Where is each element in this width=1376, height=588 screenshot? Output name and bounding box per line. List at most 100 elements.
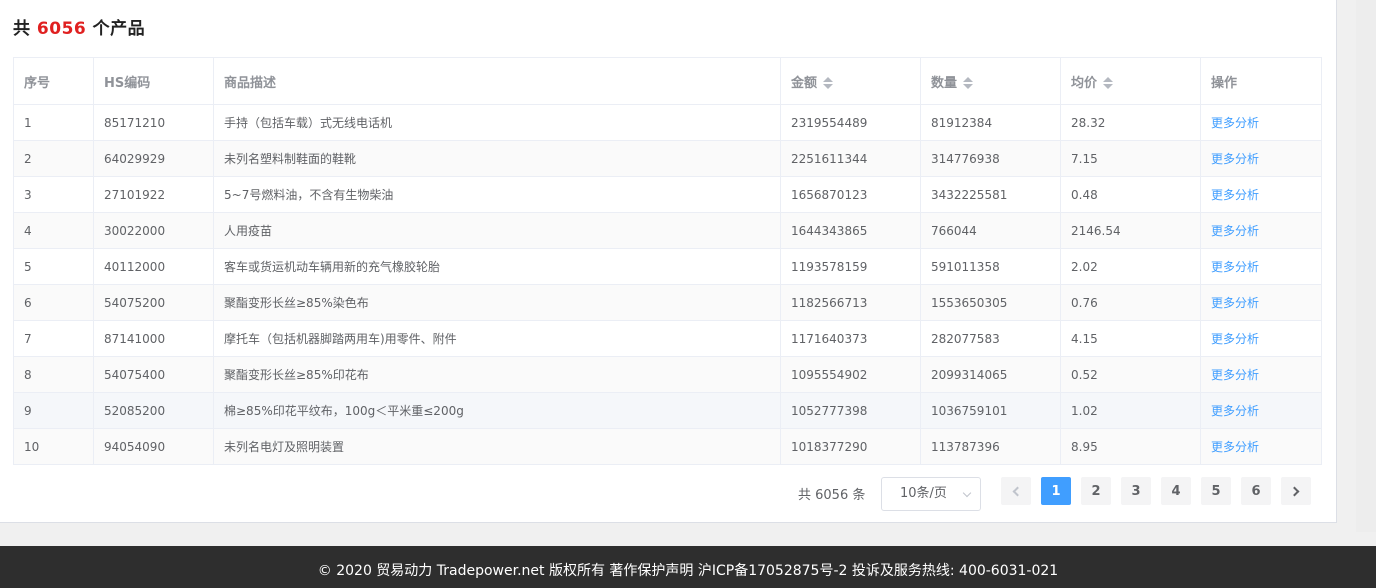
cell-description: 聚酯变形长丝≥85%染色布 bbox=[213, 284, 781, 321]
cell-description: 人用疫苗 bbox=[213, 212, 781, 249]
chevron-down-icon bbox=[962, 488, 972, 498]
col-header-quantity[interactable]: 数量 bbox=[920, 57, 1061, 105]
cell-index: 1 bbox=[13, 104, 94, 141]
cell-index: 7 bbox=[13, 320, 94, 357]
table-row: 2 64029929 未列名塑料制鞋面的鞋靴 2251611344 314776… bbox=[13, 140, 1322, 177]
cell-actions: 更多分析 bbox=[1200, 320, 1322, 357]
more-analysis-link[interactable]: 更多分析 bbox=[1211, 116, 1259, 130]
cell-actions: 更多分析 bbox=[1200, 104, 1322, 141]
cell-actions: 更多分析 bbox=[1200, 284, 1322, 321]
more-analysis-link[interactable]: 更多分析 bbox=[1211, 296, 1259, 310]
cell-actions: 更多分析 bbox=[1200, 428, 1322, 465]
col-header-avg-price[interactable]: 均价 bbox=[1060, 57, 1201, 105]
more-analysis-link[interactable]: 更多分析 bbox=[1211, 152, 1259, 166]
cell-amount: 2251611344 bbox=[780, 140, 921, 177]
page-button-4[interactable]: 4 bbox=[1161, 477, 1191, 505]
page-button-3[interactable]: 3 bbox=[1121, 477, 1151, 505]
cell-hs-code: 54075200 bbox=[93, 284, 214, 321]
cell-index: 6 bbox=[13, 284, 94, 321]
col-header-avg-price-label: 均价 bbox=[1071, 75, 1098, 91]
chevron-right-icon bbox=[1289, 486, 1300, 496]
cell-avg-price: 0.52 bbox=[1060, 356, 1201, 393]
pagination: 共 6056 条 10条/页 1 2 3 4 5 6 bbox=[0, 477, 1337, 511]
cell-quantity: 3432225581 bbox=[920, 176, 1061, 213]
page-button-2[interactable]: 2 bbox=[1081, 477, 1111, 505]
cell-amount: 1018377290 bbox=[780, 428, 921, 465]
cell-amount: 1193578159 bbox=[780, 248, 921, 285]
title-prefix: 共 bbox=[13, 19, 31, 39]
cell-avg-price: 0.48 bbox=[1060, 176, 1201, 213]
cell-avg-price: 2.02 bbox=[1060, 248, 1201, 285]
more-analysis-link[interactable]: 更多分析 bbox=[1211, 188, 1259, 202]
cell-actions: 更多分析 bbox=[1200, 392, 1322, 429]
cell-avg-price: 2146.54 bbox=[1060, 212, 1201, 249]
cell-quantity: 2099314065 bbox=[920, 356, 1061, 393]
next-page-button[interactable] bbox=[1281, 477, 1311, 505]
sort-caret-icon[interactable] bbox=[823, 77, 834, 89]
cell-description: 聚酯变形长丝≥85%印花布 bbox=[213, 356, 781, 393]
more-analysis-link[interactable]: 更多分析 bbox=[1211, 404, 1259, 418]
cell-description: 摩托车（包括机器脚踏两用车)用零件、附件 bbox=[213, 320, 781, 357]
table-row: 8 54075400 聚酯变形长丝≥85%印花布 1095554902 2099… bbox=[13, 356, 1322, 393]
cell-avg-price: 28.32 bbox=[1060, 104, 1201, 141]
sort-caret-icon[interactable] bbox=[1103, 77, 1114, 89]
page-button-6[interactable]: 6 bbox=[1241, 477, 1271, 505]
cell-amount: 1182566713 bbox=[780, 284, 921, 321]
site-footer: © 2020 贸易动力 Tradepower.net 版权所有 著作保护声明 沪… bbox=[0, 546, 1376, 588]
cell-quantity: 1036759101 bbox=[920, 392, 1061, 429]
page-edge bbox=[1356, 0, 1376, 532]
prev-page-button[interactable] bbox=[1001, 477, 1031, 505]
cell-amount: 1171640373 bbox=[780, 320, 921, 357]
cell-actions: 更多分析 bbox=[1200, 212, 1322, 249]
cell-description: 未列名塑料制鞋面的鞋靴 bbox=[213, 140, 781, 177]
cell-index: 2 bbox=[13, 140, 94, 177]
more-analysis-link[interactable]: 更多分析 bbox=[1211, 368, 1259, 382]
products-table: 序号 HS编码 商品描述 金额 数量 均价 操作 1 85171210 手持（包… bbox=[13, 57, 1322, 465]
page-button-5[interactable]: 5 bbox=[1201, 477, 1231, 505]
cell-hs-code: 64029929 bbox=[93, 140, 214, 177]
cell-avg-price: 8.95 bbox=[1060, 428, 1201, 465]
col-header-description: 商品描述 bbox=[213, 57, 781, 105]
cell-quantity: 766044 bbox=[920, 212, 1061, 249]
page-size-select[interactable]: 10条/页 bbox=[881, 477, 981, 511]
col-header-actions: 操作 bbox=[1200, 57, 1322, 105]
title-suffix: 个产品 bbox=[92, 19, 146, 39]
col-header-amount[interactable]: 金额 bbox=[780, 57, 921, 105]
col-header-index: 序号 bbox=[13, 57, 94, 105]
cell-description: 客车或货运机动车辆用新的充气橡胶轮胎 bbox=[213, 248, 781, 285]
col-header-hs-code: HS编码 bbox=[93, 57, 214, 105]
cell-index: 9 bbox=[13, 392, 94, 429]
cell-amount: 1644343865 bbox=[780, 212, 921, 249]
cell-actions: 更多分析 bbox=[1200, 356, 1322, 393]
cell-quantity: 282077583 bbox=[920, 320, 1061, 357]
cell-index: 4 bbox=[13, 212, 94, 249]
more-analysis-link[interactable]: 更多分析 bbox=[1211, 224, 1259, 238]
cell-hs-code: 87141000 bbox=[93, 320, 214, 357]
cell-actions: 更多分析 bbox=[1200, 248, 1322, 285]
pagination-total: 共 6056 条 bbox=[798, 488, 866, 503]
table-row: 7 87141000 摩托车（包括机器脚踏两用车)用零件、附件 11716403… bbox=[13, 320, 1322, 357]
cell-avg-price: 7.15 bbox=[1060, 140, 1201, 177]
cell-avg-price: 4.15 bbox=[1060, 320, 1201, 357]
sort-caret-icon[interactable] bbox=[963, 77, 974, 89]
cell-amount: 2319554489 bbox=[780, 104, 921, 141]
cell-avg-price: 1.02 bbox=[1060, 392, 1201, 429]
cell-hs-code: 30022000 bbox=[93, 212, 214, 249]
cell-quantity: 1553650305 bbox=[920, 284, 1061, 321]
table-row: 9 52085200 棉≥85%印花平纹布，100g＜平米重≤200g 1052… bbox=[13, 392, 1322, 429]
more-analysis-link[interactable]: 更多分析 bbox=[1211, 260, 1259, 274]
page-button-1[interactable]: 1 bbox=[1041, 477, 1071, 505]
cell-actions: 更多分析 bbox=[1200, 140, 1322, 177]
cell-index: 10 bbox=[13, 428, 94, 465]
col-header-amount-label: 金额 bbox=[791, 75, 818, 91]
table-header-row: 序号 HS编码 商品描述 金额 数量 均价 操作 bbox=[13, 57, 1322, 105]
cell-hs-code: 94054090 bbox=[93, 428, 214, 465]
cell-index: 5 bbox=[13, 248, 94, 285]
table-row: 4 30022000 人用疫苗 1644343865 766044 2146.5… bbox=[13, 212, 1322, 249]
more-analysis-link[interactable]: 更多分析 bbox=[1211, 332, 1259, 346]
cell-description: 棉≥85%印花平纹布，100g＜平米重≤200g bbox=[213, 392, 781, 429]
page-size-value: 10条/页 bbox=[900, 486, 947, 501]
table-row: 5 40112000 客车或货运机动车辆用新的充气橡胶轮胎 1193578159… bbox=[13, 248, 1322, 285]
more-analysis-link[interactable]: 更多分析 bbox=[1211, 440, 1259, 454]
footer-text: © 2020 贸易动力 Tradepower.net 版权所有 著作保护声明 沪… bbox=[317, 563, 1059, 579]
